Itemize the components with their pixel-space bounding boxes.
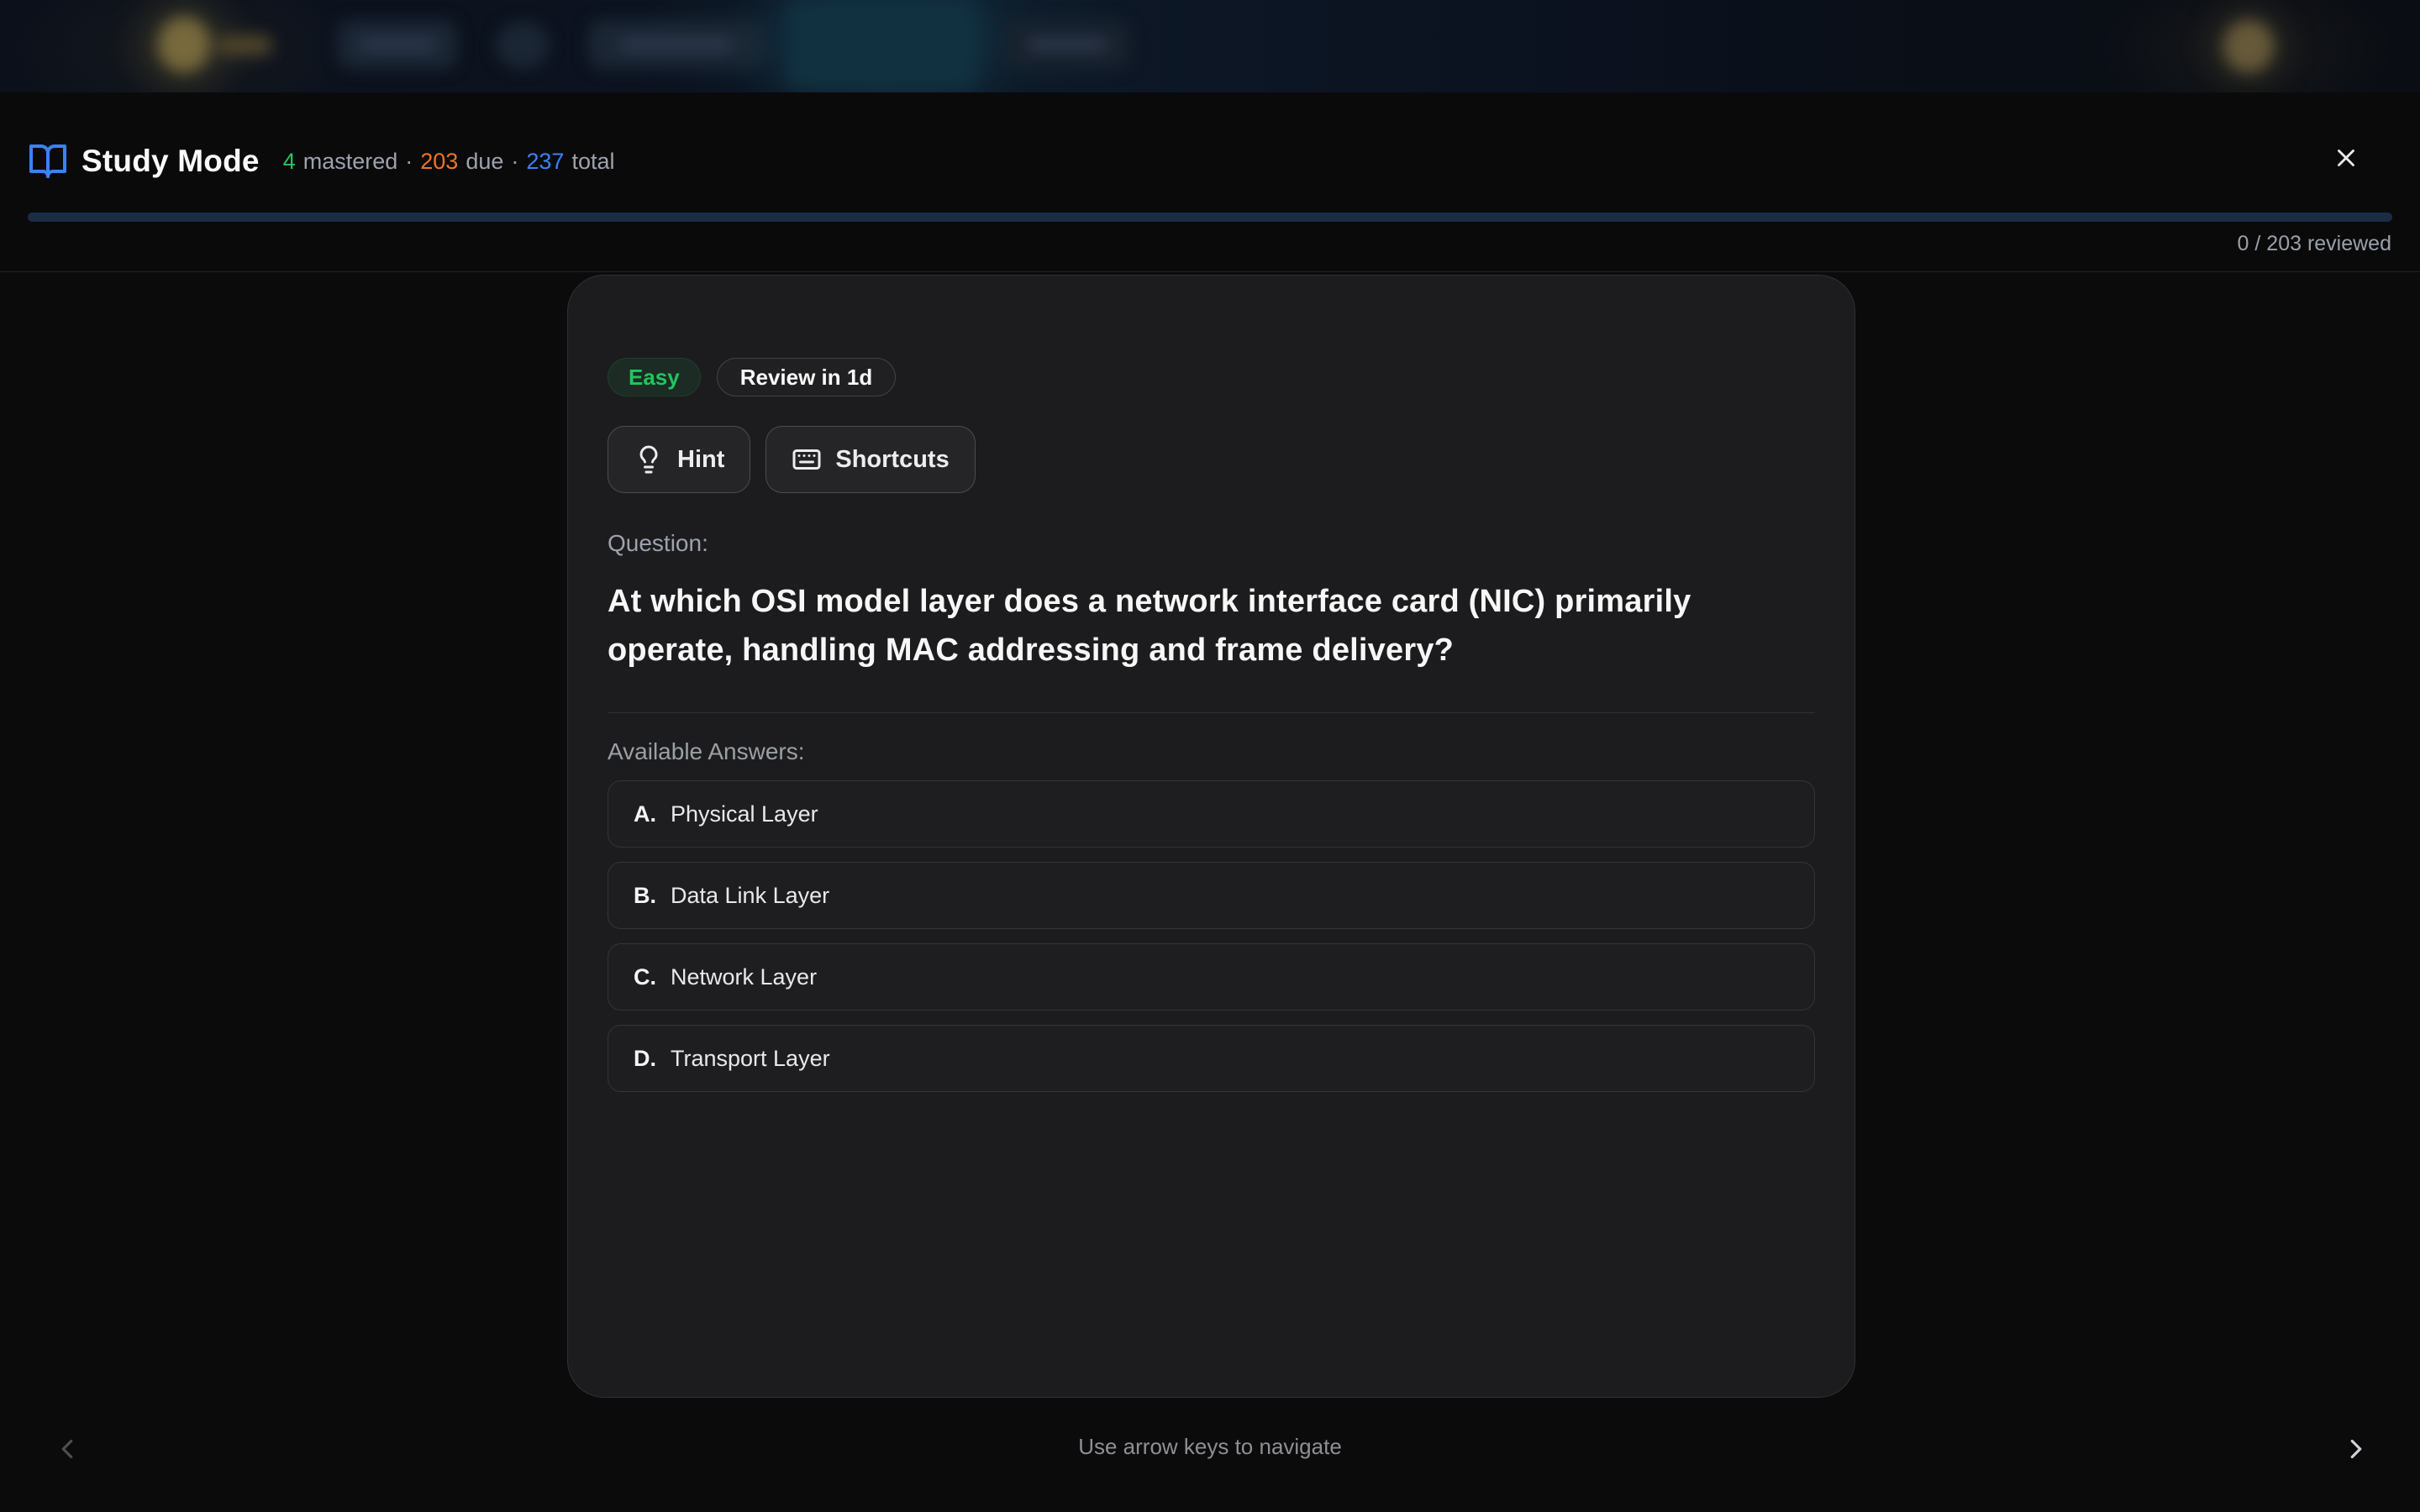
study-main-area: Easy Review in 1d Hint Shortcuts Quest [0,273,2420,1512]
answer-option-d[interactable]: D. Transport Layer [608,1025,1815,1092]
total-count: 237 [526,149,564,175]
answer-option-c[interactable]: C. Network Layer [608,943,1815,1011]
stats-separator: · [511,149,518,175]
due-count: 203 [420,149,458,175]
hint-button[interactable]: Hint [608,426,750,493]
nav-item-blurred-4 [1005,20,1129,69]
option-key: B. [634,883,656,909]
app-logo-text-blurred [217,35,272,55]
answer-option-b[interactable]: B. Data Link Layer [608,862,1815,929]
due-label: due [466,149,503,175]
close-button[interactable] [2321,133,2371,183]
answer-option-a[interactable]: A. Physical Layer [608,780,1815,848]
shortcuts-button-label: Shortcuts [835,446,949,474]
next-card-button[interactable] [2329,1422,2383,1476]
option-key: D. [634,1046,656,1072]
title-row: Study Mode 4 mastered · 203 due · 237 to… [28,141,615,181]
option-key: A. [634,801,656,827]
shortcuts-button[interactable]: Shortcuts [765,426,975,493]
chevron-right-icon [2340,1433,2372,1465]
lightbulb-icon [634,444,664,475]
study-stats: 4 mastered · 203 due · 237 total [283,149,615,175]
divider [608,712,1815,713]
reviewed-counter: 0 / 203 reviewed [2238,232,2391,256]
total-label: total [571,149,614,175]
close-icon [2332,144,2360,172]
book-open-icon [28,141,68,181]
option-text: Physical Layer [671,801,818,827]
badge-row: Easy Review in 1d [608,358,1814,396]
nav-item-blurred-1 [338,20,457,69]
option-text: Data Link Layer [671,883,829,909]
keyboard-navigation-hint: Use arrow keys to navigate [0,1434,2420,1460]
flashcard: Easy Review in 1d Hint Shortcuts Quest [567,275,1855,1398]
option-text: Network Layer [671,964,817,990]
keyboard-icon [792,444,822,475]
option-key: C. [634,964,656,990]
hint-button-label: Hint [677,446,724,474]
user-avatar [2223,20,2274,72]
progress-bar [28,213,2392,222]
option-text: Transport Layer [671,1046,830,1072]
mastered-label: mastered [303,149,398,175]
tool-button-row: Hint Shortcuts [608,426,1814,493]
navbar-blur-layer [0,0,2420,92]
study-mode-header: Study Mode 4 mastered · 203 due · 237 to… [0,92,2420,272]
answer-options: A. Physical Layer B. Data Link Layer C. … [608,780,1815,1092]
mastered-count: 4 [283,149,296,175]
app-logo-icon [158,17,210,72]
card-navigation-footer: Use arrow keys to navigate [0,1407,2420,1512]
nav-item-blurred-3 [588,20,765,69]
nav-item-active-blurred [788,2,976,87]
difficulty-badge: Easy [608,358,701,396]
available-answers-label: Available Answers: [608,738,1814,765]
nav-item-blurred-2 [496,22,550,69]
question-text: At which OSI model layer does a network … [608,577,1700,675]
review-interval-badge: Review in 1d [717,358,897,396]
question-label: Question: [608,530,1814,557]
stats-separator: · [405,149,413,175]
background-app-navbar [0,0,2420,92]
page-title: Study Mode [82,144,260,179]
